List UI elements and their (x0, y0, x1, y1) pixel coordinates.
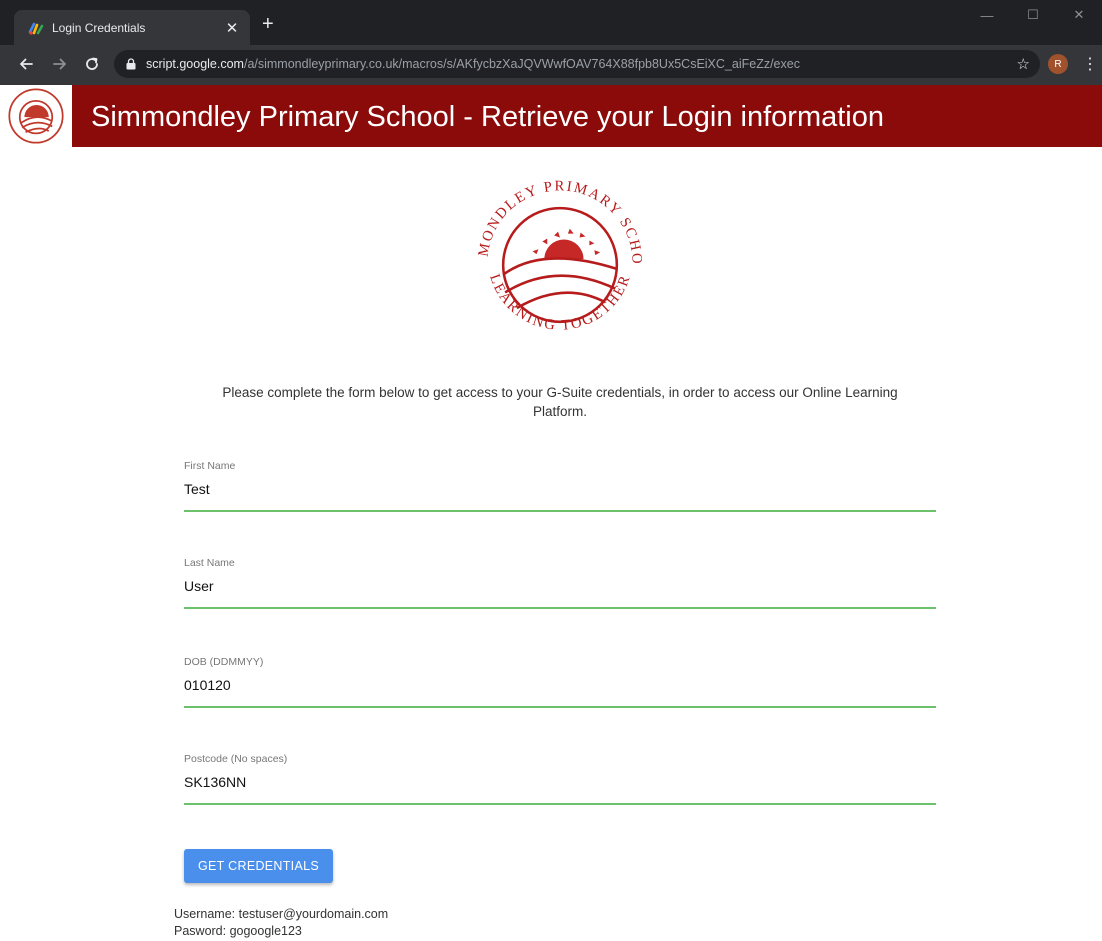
get-credentials-button[interactable]: GET CREDENTIALS (184, 849, 333, 883)
postcode-input[interactable]: SK136NN (184, 774, 936, 794)
postcode-field[interactable]: Postcode (No spaces) SK136NN (184, 753, 936, 805)
back-arrow-icon[interactable] (16, 54, 36, 74)
last-name-field[interactable]: Last Name User (184, 557, 936, 609)
svg-text:LEARNING TOGETHER: LEARNING TOGETHER (486, 272, 634, 334)
browser-toolbar: script.google.com/a/simmondleyprimary.co… (0, 45, 1102, 85)
browser-tab[interactable]: Login Credentials ✕ (14, 10, 250, 45)
new-tab-button[interactable]: + (262, 14, 274, 34)
menu-icon[interactable]: ⋮ (1082, 54, 1098, 74)
browser-tab-strip: Login Credentials ✕ + — ☐ ✕ (0, 0, 1102, 45)
url-path: /a/simmondleyprimary.co.uk/macros/s/AKfy… (243, 57, 800, 71)
apps-script-favicon (28, 22, 44, 35)
url-host: script.google.com (146, 57, 244, 71)
window-controls: — ☐ ✕ (964, 0, 1102, 30)
password-result: Pasword: gogoogle123 (174, 924, 302, 938)
url-text[interactable]: script.google.com/a/simmondleyprimary.co… (146, 57, 1011, 71)
page-title: Simmondley Primary School - Retrieve you… (91, 101, 884, 133)
maximize-icon[interactable]: ☐ (1010, 0, 1056, 30)
profile-avatar[interactable]: R (1048, 54, 1068, 74)
dob-input[interactable]: 010120 (184, 677, 936, 697)
page-banner: Simmondley Primary School - Retrieve you… (0, 85, 1102, 147)
first-name-input[interactable]: Test (184, 481, 936, 501)
dob-field[interactable]: DOB (DDMMYY) 010120 (184, 656, 936, 708)
first-name-underline (184, 510, 936, 512)
postcode-underline (184, 803, 936, 805)
first-name-field[interactable]: First Name Test (184, 460, 936, 512)
lock-icon[interactable] (126, 58, 136, 70)
close-tab-icon[interactable]: ✕ (224, 19, 240, 37)
first-name-label: First Name (184, 460, 236, 472)
username-result: Username: testuser@yourdomain.com (174, 907, 389, 921)
star-icon[interactable]: ☆ (1017, 55, 1030, 73)
forward-arrow-icon[interactable] (50, 54, 70, 74)
minimize-icon[interactable]: — (964, 0, 1010, 30)
dob-label: DOB (DDMMYY) (184, 656, 264, 668)
last-name-underline (184, 607, 936, 609)
tab-title: Login Credentials (52, 20, 146, 35)
address-bar[interactable]: script.google.com/a/simmondleyprimary.co… (114, 50, 1040, 78)
close-window-icon[interactable]: ✕ (1056, 0, 1102, 30)
last-name-input[interactable]: User (184, 578, 936, 598)
school-crest-logo: SIMMONDLEY PRIMARY SCHOOL LEARNING TOGET… (462, 165, 643, 334)
dob-underline (184, 706, 936, 708)
intro-text: Please complete the form below to get ac… (222, 385, 898, 419)
postcode-label: Postcode (No spaces) (184, 753, 288, 765)
last-name-label: Last Name (184, 557, 235, 569)
reload-icon[interactable] (82, 54, 102, 74)
school-logo-small (0, 85, 72, 147)
